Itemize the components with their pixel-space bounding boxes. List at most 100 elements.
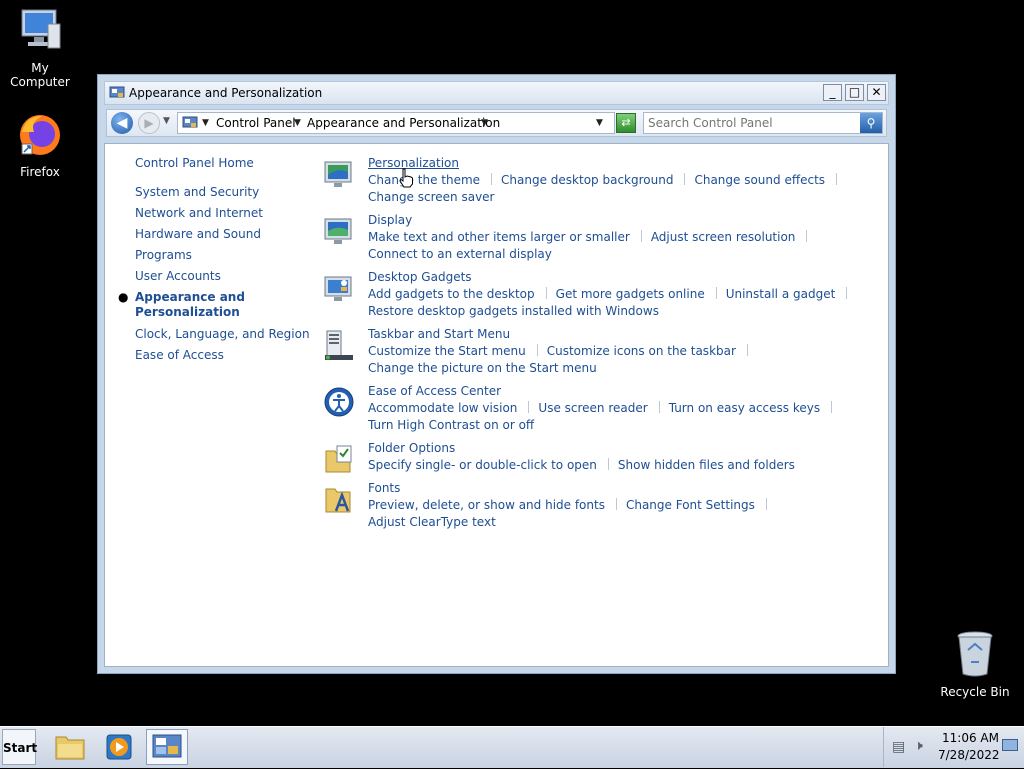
customize-taskbar-icons-link[interactable]: Customize icons on the taskbar: [547, 344, 736, 358]
control-panel-icon: [182, 116, 198, 128]
breadcrumb-appearance[interactable]: Appearance and Personalization: [307, 116, 500, 130]
search-input[interactable]: [648, 115, 856, 131]
address-history-dropdown-icon[interactable]: ▼: [596, 118, 603, 128]
sidebar-item-appearance-label: Appearance and Personalization: [135, 290, 245, 319]
add-gadgets-link[interactable]: Add gadgets to the desktop: [368, 287, 535, 301]
sidebar-item-appearance-current: ● Appearance and Personalization: [118, 290, 255, 320]
breadcrumb-chevron-icon[interactable]: ▼: [481, 118, 488, 128]
search-icon: ⚲: [866, 116, 876, 130]
make-text-larger-link[interactable]: Make text and other items larger or smal…: [368, 230, 630, 244]
breadcrumb-control-panel[interactable]: Control Panel: [216, 116, 296, 130]
taskbar-explorer-button[interactable]: [50, 729, 92, 765]
adjust-screen-resolution-link[interactable]: Adjust screen resolution: [651, 230, 796, 244]
customize-start-menu-link[interactable]: Customize the Start menu: [368, 344, 526, 358]
clock-time[interactable]: 11:06 AM: [942, 731, 999, 745]
adjust-cleartype-link[interactable]: Adjust ClearType text: [368, 515, 496, 529]
personalization-links: Change the theme Change desktop backgroun…: [368, 172, 888, 206]
volume-icon[interactable]: 🕨: [914, 738, 923, 754]
category-list: Personalization Change the theme Change d…: [323, 156, 883, 529]
display-title-link[interactable]: Display: [368, 213, 412, 227]
show-hidden-files-link[interactable]: Show hidden files and folders: [618, 458, 795, 472]
sidebar-item-user-accounts[interactable]: User Accounts: [135, 269, 315, 283]
search-button[interactable]: ⚲: [860, 113, 882, 133]
ease-of-access-icon: [324, 387, 354, 417]
ease-of-access-center-title-link[interactable]: Ease of Access Center: [368, 384, 501, 398]
system-tray: ▤ 🕨 11:06 AM 7/28/2022: [883, 727, 1024, 767]
current-item-bullet-icon: ●: [118, 290, 129, 304]
folder-options-links: Specify single- or double-click to open S…: [368, 457, 888, 474]
taskbar-start-menu-links: Customize the Start menu Customize icons …: [368, 343, 888, 377]
category-display: Display Make text and other items larger…: [323, 213, 883, 270]
minimize-button[interactable]: _: [823, 84, 842, 101]
clock-date[interactable]: 7/28/2022: [938, 748, 1000, 762]
sidebar-item-ease-of-access[interactable]: Ease of Access: [135, 348, 315, 362]
get-more-gadgets-link[interactable]: Get more gadgets online: [556, 287, 705, 301]
my-computer-desktop-icon[interactable]: My Computer: [0, 8, 80, 89]
sidebar-item-programs[interactable]: Programs: [135, 248, 315, 262]
my-computer-label: My Computer: [10, 61, 70, 89]
sidebar-item-network-and-internet[interactable]: Network and Internet: [135, 206, 315, 220]
forward-button[interactable]: ▶: [138, 112, 160, 134]
change-desktop-background-link[interactable]: Change desktop background: [501, 173, 673, 187]
control-panel-icon: [109, 86, 125, 98]
folder-options-icon: [325, 445, 352, 473]
window-title: Appearance and Personalization: [129, 86, 323, 100]
network-icon[interactable]: ▤: [892, 739, 905, 755]
control-panel-window: Appearance and Personalization _ □ ✕ ◀ ▶…: [97, 74, 896, 674]
computer-icon: [21, 9, 61, 49]
breadcrumb-root-chevron-icon[interactable]: ▼: [202, 118, 209, 128]
category-fonts: Fonts Preview, delete, or show and hide …: [323, 481, 883, 529]
use-screen-reader-link[interactable]: Use screen reader: [538, 401, 647, 415]
uninstall-gadget-link[interactable]: Uninstall a gadget: [726, 287, 836, 301]
refresh-icon: ⇄: [621, 116, 631, 129]
change-screen-saver-link[interactable]: Change screen saver: [368, 190, 495, 204]
start-button[interactable]: Start: [2, 729, 37, 765]
fonts-title-link[interactable]: Fonts: [368, 481, 400, 495]
change-sound-effects-link[interactable]: Change sound effects: [694, 173, 825, 187]
turn-on-easy-access-keys-link[interactable]: Turn on easy access keys: [669, 401, 820, 415]
fonts-icon: [325, 488, 351, 513]
desktop-gadgets-links: Add gadgets to the desktop Get more gadge…: [368, 286, 888, 320]
change-start-menu-picture-link[interactable]: Change the picture on the Start menu: [368, 361, 597, 375]
accommodate-low-vision-link[interactable]: Accommodate low vision: [368, 401, 517, 415]
sidebar-item-system-and-security[interactable]: System and Security: [135, 185, 315, 199]
firefox-label: Firefox: [20, 165, 60, 179]
ease-of-access-links: Accommodate low vision Use screen reader T…: [368, 400, 888, 434]
recycle-bin-icon: [957, 631, 993, 677]
back-arrow-icon: ◀: [116, 115, 128, 131]
change-theme-link[interactable]: Change the theme: [368, 173, 480, 187]
media-player-icon: [106, 734, 132, 760]
title-bar[interactable]: Appearance and Personalization _ □ ✕: [104, 81, 889, 105]
recycle-bin-label: Recycle Bin: [940, 685, 1010, 699]
high-contrast-link[interactable]: Turn High Contrast on or off: [368, 418, 534, 432]
folder-options-title-link[interactable]: Folder Options: [368, 441, 455, 455]
change-font-settings-link[interactable]: Change Font Settings: [626, 498, 755, 512]
firefox-desktop-icon[interactable]: Firefox: [0, 112, 80, 179]
sidebar-item-hardware-and-sound[interactable]: Hardware and Sound: [135, 227, 315, 241]
maximize-button[interactable]: □: [845, 84, 864, 101]
refresh-button[interactable]: ⇄: [616, 113, 636, 133]
preview-fonts-link[interactable]: Preview, delete, or show and hide fonts: [368, 498, 605, 512]
taskbar-start-menu-title-link[interactable]: Taskbar and Start Menu: [368, 327, 510, 341]
show-desktop-icon[interactable]: [1002, 739, 1018, 751]
recycle-bin-desktop-icon[interactable]: Recycle Bin: [935, 630, 1015, 699]
content-area: Control Panel Home System and Security N…: [104, 143, 889, 667]
taskbar-control-panel-button[interactable]: [146, 729, 188, 765]
breadcrumb-chevron-icon[interactable]: ▼: [294, 118, 301, 128]
taskbar-start-menu-icon: [325, 330, 353, 360]
sidebar: Control Panel Home System and Security N…: [118, 156, 315, 369]
close-button[interactable]: ✕: [867, 84, 886, 101]
single-double-click-link[interactable]: Specify single- or double-click to open: [368, 458, 597, 472]
display-links: Make text and other items larger or smal…: [368, 229, 888, 263]
sidebar-item-clock-language-region[interactable]: Clock, Language, and Region: [135, 327, 315, 341]
sidebar-item-control-panel-home[interactable]: Control Panel Home: [135, 156, 315, 170]
taskbar-media-player-button[interactable]: [98, 729, 140, 765]
search-box[interactable]: ⚲: [643, 112, 883, 134]
recent-pages-dropdown[interactable]: ▼: [163, 116, 170, 126]
desktop-gadgets-title-link[interactable]: Desktop Gadgets: [368, 270, 472, 284]
restore-gadgets-link[interactable]: Restore desktop gadgets installed with W…: [368, 304, 659, 318]
display-icon: [324, 218, 352, 244]
address-bar[interactable]: ▼ Control Panel ▼ Appearance and Persona…: [177, 112, 615, 134]
back-button[interactable]: ◀: [111, 112, 133, 134]
connect-external-display-link[interactable]: Connect to an external display: [368, 247, 552, 261]
